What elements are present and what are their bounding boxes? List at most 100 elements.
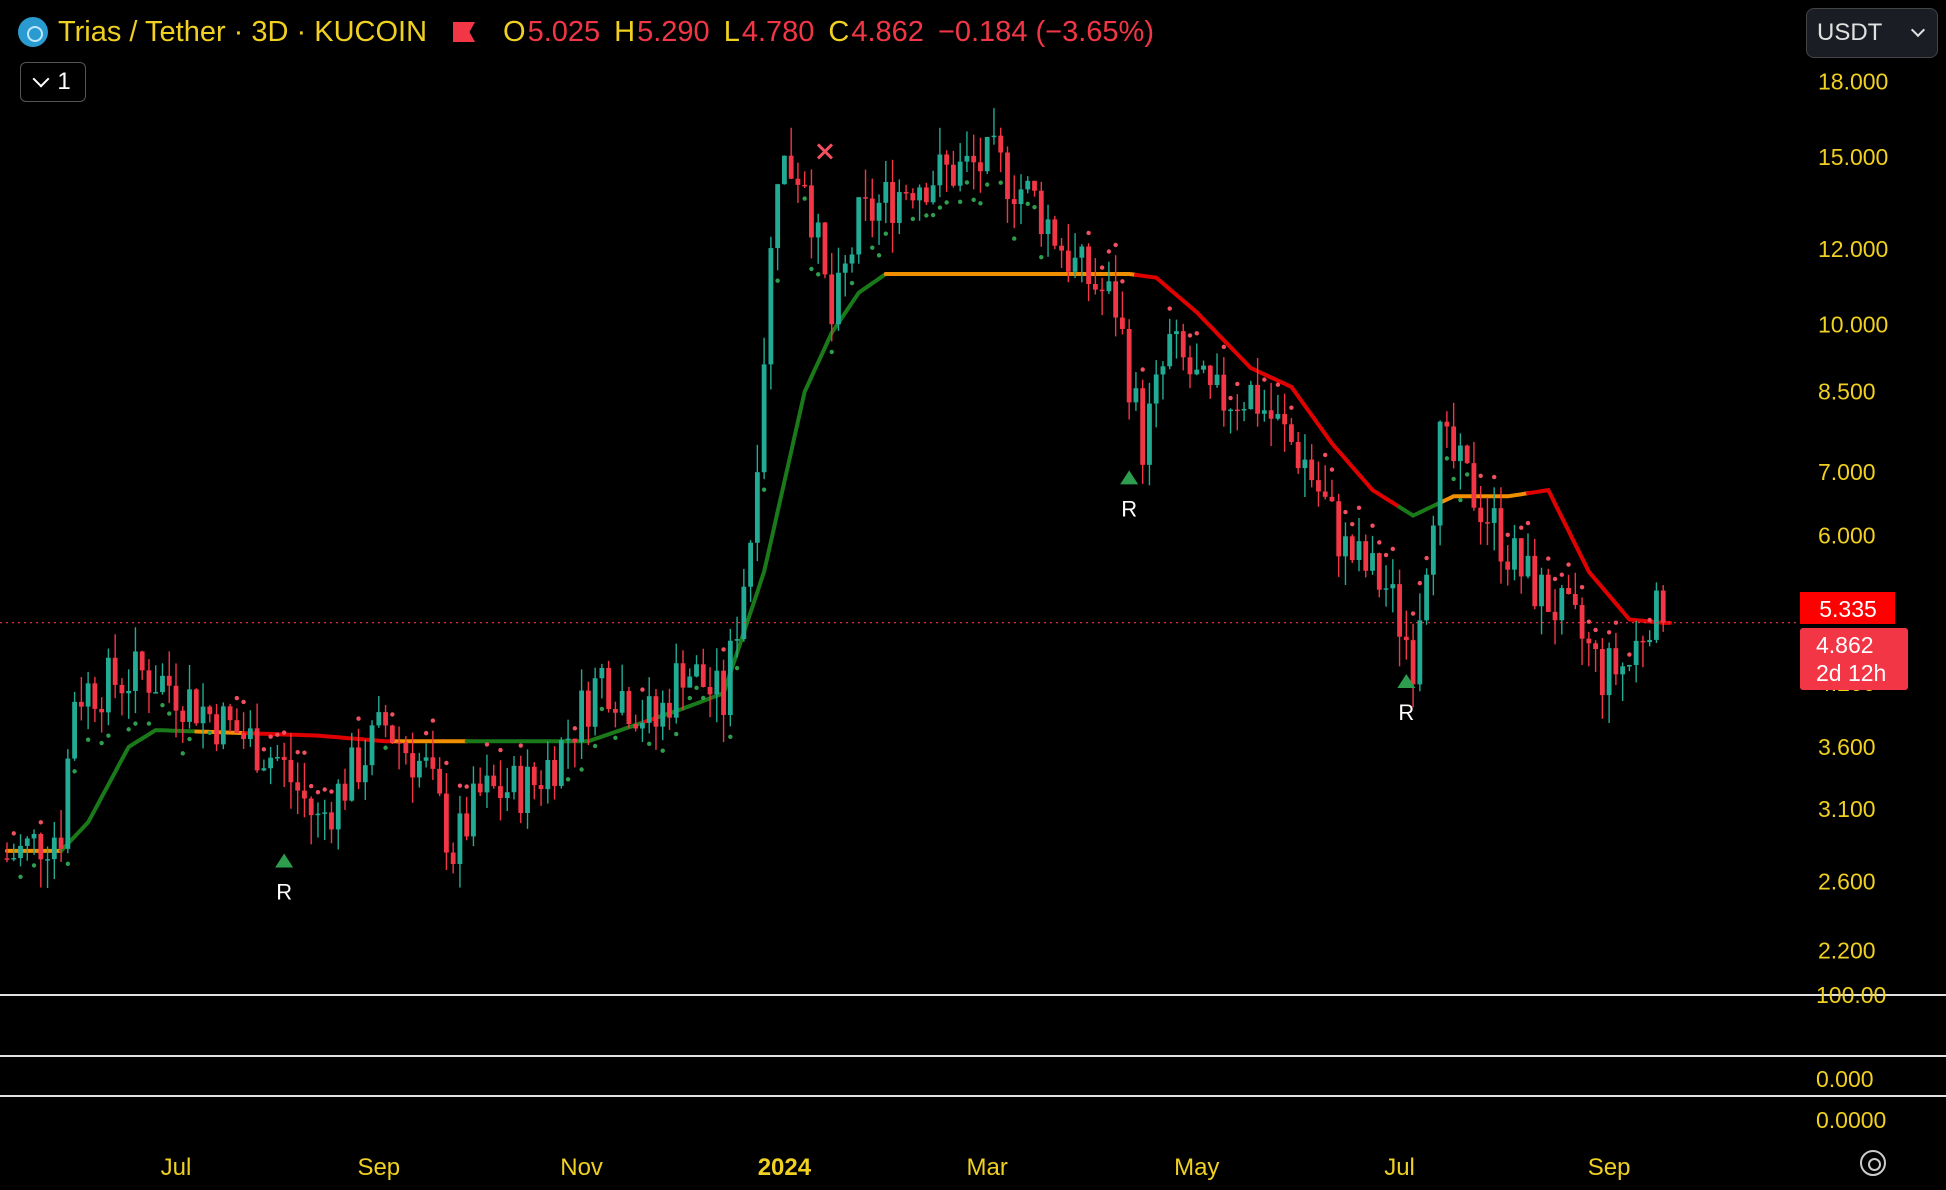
candle-body — [1397, 584, 1402, 637]
bar-countdown-text: 2d 12h — [1816, 660, 1886, 686]
candle-body — [1363, 541, 1369, 571]
flag-icon[interactable] — [453, 22, 476, 42]
candle-body — [1174, 331, 1179, 335]
candle-body — [788, 155, 794, 179]
candle-body — [910, 193, 916, 201]
candle-body — [1065, 250, 1071, 272]
candle-body — [464, 813, 470, 837]
indicator-toggle-button[interactable]: 1 — [20, 62, 86, 102]
indicator-dot — [1579, 585, 1585, 590]
price-chart[interactable]: RRR 18.00015.00012.00010.0008.5007.0006.… — [0, 0, 1946, 1190]
candle-body — [362, 765, 368, 783]
indicator-dot — [390, 712, 395, 717]
indicator-dot — [957, 199, 963, 205]
candle-body — [78, 701, 84, 707]
indicator-dot — [1647, 617, 1652, 623]
candle-body — [741, 586, 747, 640]
candle-body — [592, 678, 598, 727]
ma-segment-green — [59, 728, 199, 853]
indicator-dot — [329, 789, 334, 794]
candle-body — [498, 786, 503, 799]
indicator-dot — [268, 734, 273, 739]
candle-body — [734, 639, 740, 641]
candle-body — [700, 664, 706, 687]
candle-body — [261, 768, 267, 771]
open-value: 5.025 — [527, 15, 601, 48]
candle-body — [660, 702, 666, 727]
candle-body — [937, 154, 943, 186]
indicator-dot — [457, 783, 463, 788]
indicator-dot — [944, 200, 949, 205]
candle-body — [234, 720, 240, 734]
candle-body — [1140, 388, 1146, 465]
candle-body — [58, 837, 64, 849]
indicator-dot — [430, 718, 436, 723]
candle-body — [220, 706, 226, 745]
candle-body — [1512, 538, 1517, 570]
currency-select[interactable]: USDT — [1806, 8, 1938, 58]
candle-body — [383, 712, 388, 726]
indicator-dot — [876, 253, 882, 258]
indicator-dot — [11, 831, 16, 836]
pane1-label: 100.00 — [1816, 982, 1886, 1008]
indicator-dot — [423, 730, 429, 736]
candle-body — [1160, 366, 1166, 375]
candle-body — [1552, 611, 1558, 621]
indicator-dot — [444, 760, 449, 766]
indicator-dot — [1593, 627, 1598, 633]
indicator-dot — [721, 647, 726, 652]
y-tick-label: 18.000 — [1818, 68, 1888, 94]
indicator-dot — [180, 751, 185, 756]
settings-gear-icon[interactable] — [1860, 1150, 1886, 1176]
candle-body — [106, 657, 111, 713]
indicator-dot — [674, 731, 679, 737]
candle-body — [139, 651, 145, 671]
candle-body — [376, 712, 382, 726]
candle-body — [1633, 640, 1639, 666]
indicator-dot — [1140, 367, 1145, 372]
indicator-dot — [998, 180, 1003, 185]
candle-body — [45, 859, 50, 861]
candle-body — [1606, 648, 1612, 696]
candle-body — [1545, 574, 1551, 612]
indicator-dot — [1329, 467, 1335, 472]
indicator-dot — [829, 349, 834, 355]
indicator-dot — [802, 196, 807, 201]
indicator-dot — [1106, 249, 1112, 254]
candle-body — [1437, 421, 1443, 526]
y-tick-label: 2.600 — [1818, 869, 1876, 895]
indicator-dot — [816, 272, 821, 277]
candle-body — [802, 184, 808, 187]
candle-body — [829, 274, 835, 325]
trias-logo-icon — [18, 17, 48, 47]
indicator-dot — [971, 197, 976, 203]
candle-body — [1086, 246, 1091, 284]
symbol-title[interactable]: Trias / Tether · 3D · KUCOIN — [58, 16, 427, 49]
candle-body — [153, 692, 159, 694]
candle-body — [923, 187, 929, 203]
candle-body — [329, 812, 334, 830]
candle-body — [1566, 587, 1571, 595]
indicator-dot — [295, 749, 300, 755]
price-axis[interactable]: 18.000 15.000 12.000 10.000 8.500 7.000 6.000 4… — [1818, 68, 1888, 963]
candle-body — [869, 198, 875, 221]
chevron-down-icon — [32, 70, 50, 88]
indicator-dot — [1370, 523, 1375, 528]
time-axis[interactable]: Jul Sep Nov 2024 Mar May Jul Sep — [161, 1154, 1631, 1181]
candle-body — [1025, 180, 1031, 190]
candle-body — [971, 155, 977, 163]
indicator-dot — [275, 732, 280, 737]
x-tick-label: 2024 — [758, 1154, 812, 1181]
indicator-dot — [234, 695, 240, 701]
candle-body — [1079, 246, 1085, 258]
ma-segment-green — [1397, 500, 1443, 518]
indicator-dot — [1194, 331, 1199, 336]
candle-body — [389, 725, 395, 743]
candle-body — [1126, 329, 1132, 403]
candle-body — [92, 683, 98, 709]
candle-body — [268, 757, 274, 769]
indicator-dot — [1228, 395, 1233, 401]
candle-body — [1451, 426, 1457, 462]
candle-body — [430, 757, 436, 769]
signal-label: R — [1398, 700, 1414, 725]
